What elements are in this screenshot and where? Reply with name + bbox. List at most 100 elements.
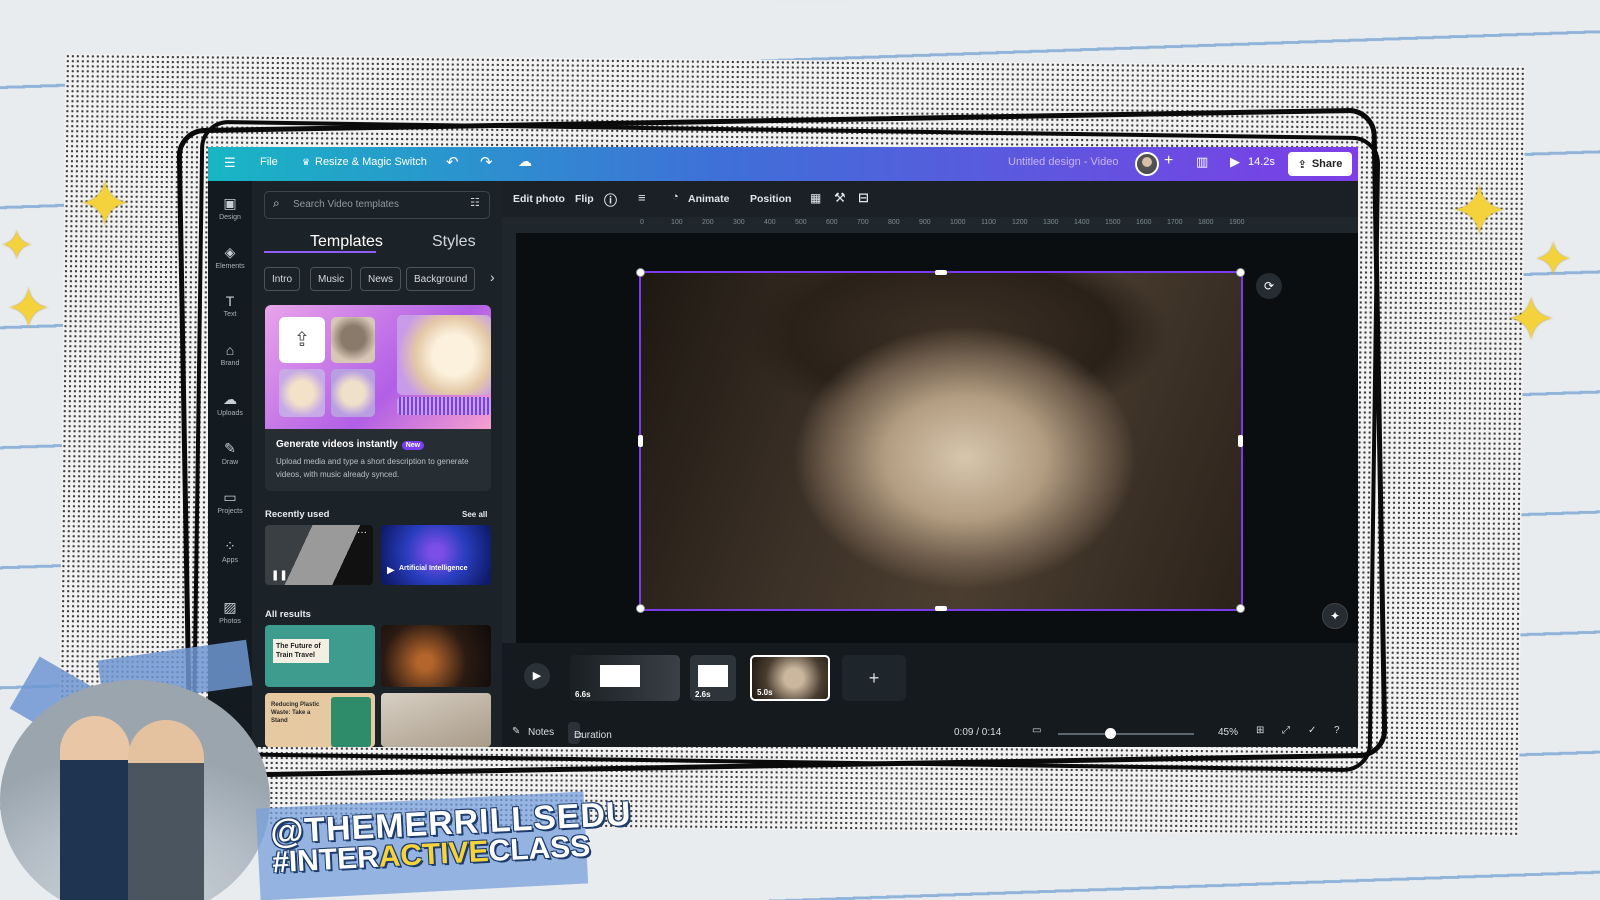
generate-videos-card[interactable]: ⇪ Generate videos instantly New Upload me… <box>265 305 491 491</box>
rail-item-photos[interactable]: ▨ Photos <box>208 599 252 625</box>
chip-music[interactable]: Music <box>310 267 353 291</box>
animate-button[interactable]: Animate <box>688 193 729 205</box>
draw-icon: ✎ <box>224 440 236 456</box>
chevron-right-icon[interactable]: › <box>490 269 495 285</box>
rail-label: Text <box>223 311 237 318</box>
search-input[interactable]: Search Video templates <box>264 191 490 219</box>
undo-icon[interactable]: ↶ <box>446 153 459 171</box>
add-page-button[interactable]: + <box>842 655 906 701</box>
rail-label: Brand <box>220 360 240 367</box>
zoom-level[interactable]: 45% <box>1218 727 1238 738</box>
rail-item-projects[interactable]: ▭ Projects <box>208 489 252 515</box>
monitor-icon[interactable]: ▭ <box>1032 725 1041 736</box>
resize-handle[interactable] <box>636 604 645 613</box>
cloud-save-icon[interactable]: ☁ <box>518 153 532 170</box>
chip-intro[interactable]: Intro <box>264 267 301 291</box>
filter-icon[interactable]: ☷ <box>470 196 480 209</box>
play-icon[interactable]: ▶ <box>1230 154 1240 170</box>
align-icon[interactable]: ≡ <box>638 190 646 205</box>
upload-icon: ⇪ <box>279 317 325 363</box>
insights-icon[interactable]: ▥ <box>1196 154 1208 170</box>
ruler-tick: 500 <box>795 219 807 226</box>
ruler-tick: 700 <box>857 219 869 226</box>
add-collaborator-icon[interactable]: + <box>1164 152 1173 170</box>
share-button[interactable]: ⇪ Share <box>1288 152 1352 176</box>
check-icon[interactable]: ✓ <box>1308 725 1316 736</box>
design-title[interactable]: Untitled design - Video <box>1008 156 1118 168</box>
lock-icon[interactable]: ⊟ <box>858 190 869 206</box>
fullscreen-icon[interactable]: ⤢ <box>1282 725 1290 736</box>
timeline-clip[interactable]: 6.6s <box>570 655 680 701</box>
sparkle-icon: ✦ <box>0 224 34 268</box>
timeline-clip[interactable]: 2.6s <box>690 655 736 701</box>
ai-assist-icon[interactable]: ✦ <box>1322 603 1348 629</box>
rail-item-design[interactable]: ▣ Design <box>208 195 252 221</box>
resize-handle[interactable] <box>1238 435 1243 447</box>
resize-handle[interactable] <box>1236 604 1245 613</box>
tab-styles[interactable]: Styles <box>432 233 476 251</box>
chip-news[interactable]: News <box>360 267 402 291</box>
tab-templates[interactable]: Templates <box>310 233 383 251</box>
copy-style-icon[interactable]: ⚒ <box>834 190 846 206</box>
duration-button[interactable]: ▭ Duration <box>568 722 612 744</box>
ruler-tick: 0 <box>640 219 644 226</box>
position-button[interactable]: Position <box>750 193 791 205</box>
ruler-tick: 1100 <box>981 219 997 226</box>
resize-handle[interactable] <box>935 606 947 611</box>
avatar[interactable] <box>1135 152 1159 176</box>
resize-handle[interactable] <box>636 268 645 277</box>
redo-icon[interactable]: ↷ <box>480 153 493 171</box>
help-icon[interactable]: ? <box>1334 725 1340 736</box>
result-template-thumbnail[interactable]: The Future of Train Travel <box>265 625 375 687</box>
see-all-link[interactable]: See all <box>462 510 487 519</box>
rail-item-text[interactable]: T Text <box>208 293 252 318</box>
promo-illustration: ⇪ <box>265 305 491 429</box>
rotate-icon[interactable]: ⟳ <box>1256 273 1282 299</box>
rail-item-draw[interactable]: ✎ Draw <box>208 440 252 466</box>
resize-handle[interactable] <box>638 435 643 447</box>
chip-background[interactable]: Background <box>406 267 476 291</box>
active-tab-indicator <box>264 251 376 253</box>
edit-photo-button[interactable]: Edit photo <box>513 193 565 205</box>
rail-item-brand[interactable]: ⌂ Brand <box>208 342 252 367</box>
result-template-thumbnail[interactable]: Reducing Plastic Waste: Take a Stand <box>265 693 375 747</box>
selected-photo-element[interactable] <box>639 271 1243 611</box>
dog-thumbnail <box>397 315 491 395</box>
rail-label: Photos <box>219 618 241 625</box>
clip-thumbnail <box>600 665 640 687</box>
play-button[interactable]: ▶ <box>524 663 550 689</box>
ruler-tick: 1200 <box>1012 219 1028 226</box>
ruler-tick: 1700 <box>1167 219 1183 226</box>
dog-thumbnail <box>331 369 375 417</box>
result-template-thumbnail[interactable] <box>381 693 491 747</box>
info-icon[interactable]: ⓘ <box>604 190 617 209</box>
resize-magic-switch-button[interactable]: Resize & Magic Switch <box>315 156 427 168</box>
notes-button[interactable]: Notes <box>528 727 554 738</box>
rail-label: Elements <box>215 263 245 270</box>
timeline-clip-selected[interactable]: 5.0s <box>750 655 830 701</box>
resize-handle[interactable] <box>935 270 947 275</box>
grid-view-icon[interactable]: ⊞ <box>1256 725 1264 736</box>
flip-button[interactable]: Flip <box>575 193 594 205</box>
share-label: Share <box>1311 158 1343 170</box>
transparency-icon[interactable]: ▦ <box>810 191 821 205</box>
resize-handle[interactable] <box>1236 268 1245 277</box>
more-options-icon[interactable]: ··· <box>357 527 367 538</box>
result-template-thumbnail[interactable] <box>381 625 491 687</box>
rail-item-uploads[interactable]: ☁ Uploads <box>208 391 252 417</box>
horizontal-ruler: 0 100 200 300 400 500 600 700 800 900 1000 1100 1200… <box>502 217 1358 233</box>
recent-template-thumbnail[interactable]: ❚❚ ··· <box>265 525 373 585</box>
rail-item-apps[interactable]: ⁘ Apps <box>208 538 252 564</box>
animate-icon: ◔ <box>672 191 679 203</box>
play-icon[interactable]: ▶ <box>387 565 395 576</box>
recent-ai-label: Artificial Intelligence <box>399 565 468 572</box>
play-duration[interactable]: 14.2s <box>1248 156 1275 168</box>
pause-icon[interactable]: ❚❚ <box>271 570 288 581</box>
recent-template-thumbnail[interactable]: ▶ Artificial Intelligence <box>381 525 491 585</box>
menu-icon[interactable]: ☰ <box>224 155 236 171</box>
zoom-slider-thumb[interactable] <box>1104 728 1116 739</box>
ruler-tick: 900 <box>919 219 931 226</box>
zoom-slider-track[interactable] <box>1058 733 1194 735</box>
rail-item-elements[interactable]: ◈ Elements <box>208 244 252 270</box>
file-menu[interactable]: File <box>260 156 278 168</box>
